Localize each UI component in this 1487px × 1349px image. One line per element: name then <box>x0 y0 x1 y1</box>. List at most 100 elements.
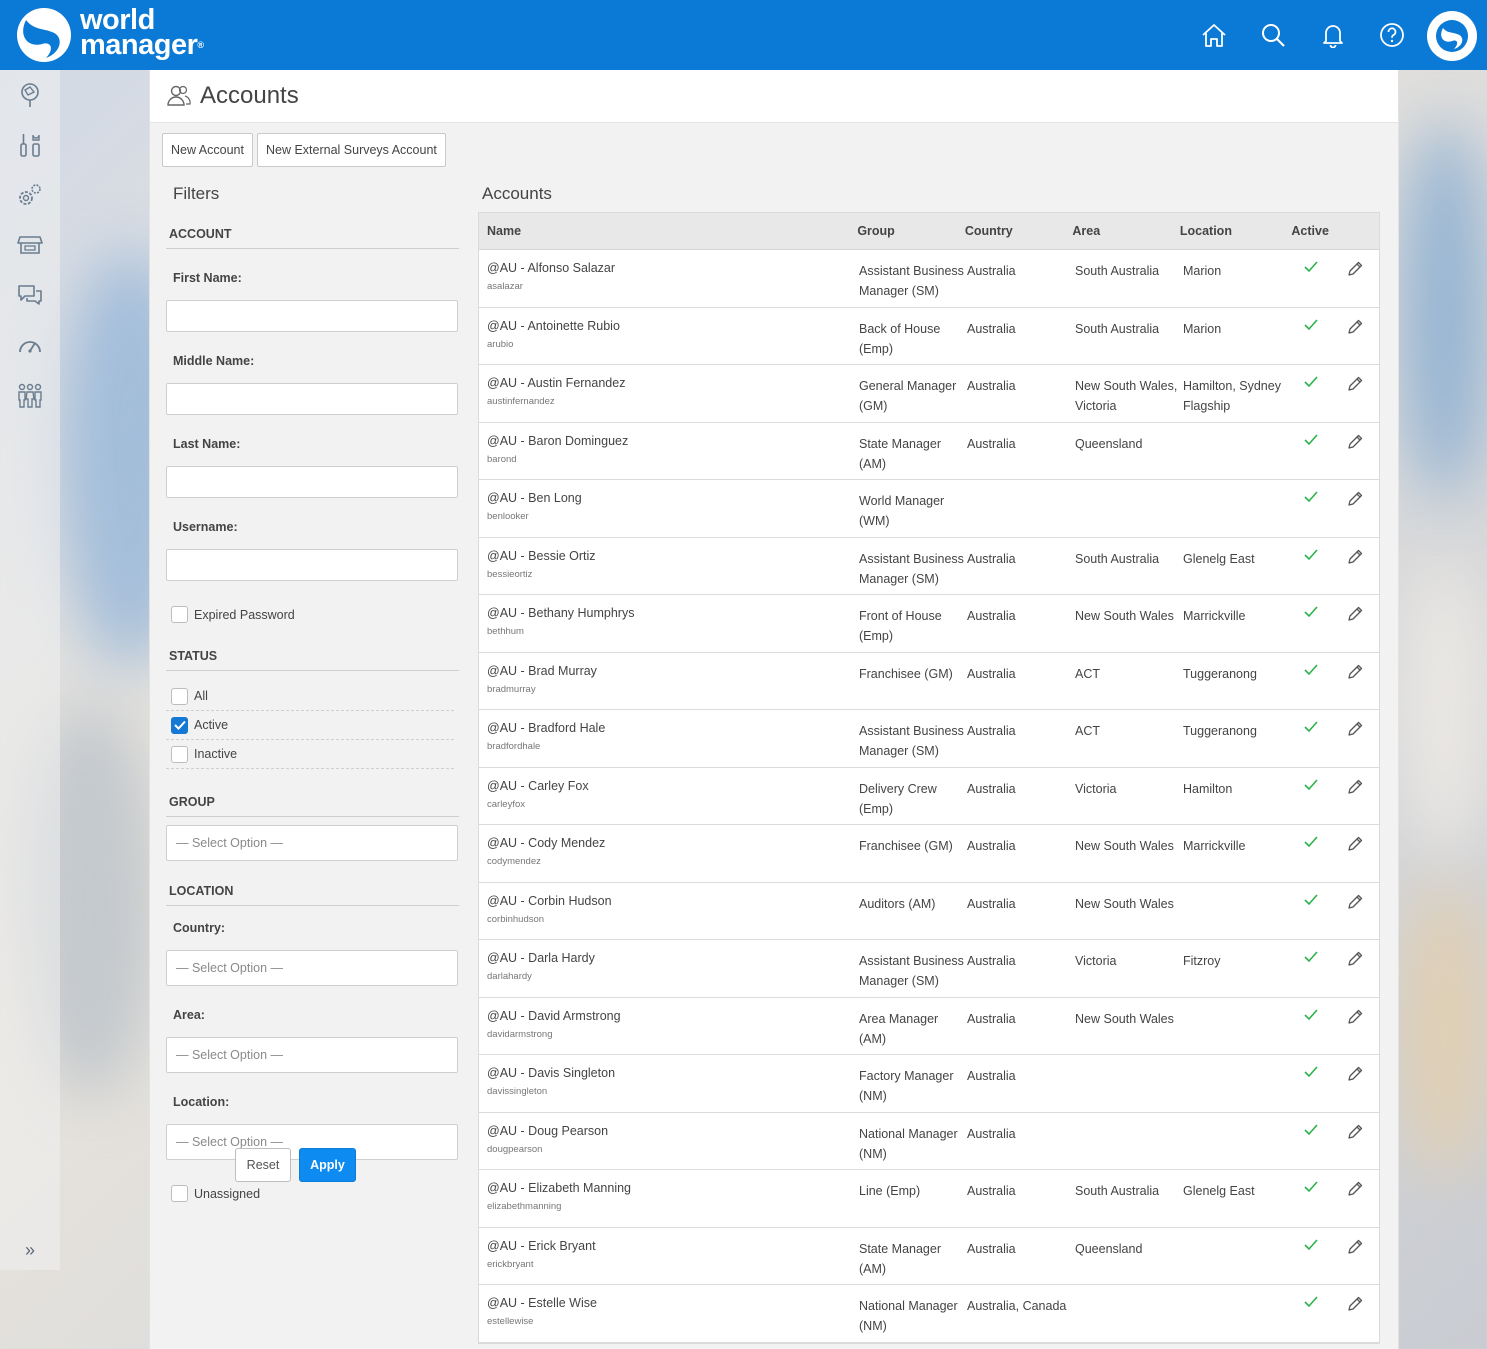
account-name[interactable]: @AU - Bethany Humphrys <box>487 606 859 620</box>
table-row[interactable]: @AU - Brad Murray bradmurray Franchisee … <box>479 652 1379 710</box>
account-name[interactable]: @AU - Antoinette Rubio <box>487 319 859 333</box>
table-row[interactable]: @AU - Darla Hardy darlahardy Assistant B… <box>479 940 1379 998</box>
help-icon[interactable] <box>1376 19 1408 51</box>
first-name-input[interactable] <box>166 300 458 332</box>
table-row[interactable]: @AU - Alfonso Salazar asalazar Assistant… <box>479 250 1379 308</box>
account-location <box>1183 998 1291 1055</box>
account-name[interactable]: @AU - Doug Pearson <box>487 1124 859 1138</box>
edit-pencil-icon[interactable] <box>1331 710 1379 767</box>
account-name[interactable]: @AU - Baron Dominguez <box>487 434 859 448</box>
table-row[interactable]: @AU - Davis Singleton davissingleton Fac… <box>479 1055 1379 1113</box>
column-header-country[interactable]: Country <box>965 224 1073 238</box>
edit-pencil-icon[interactable] <box>1331 480 1379 537</box>
table-row[interactable]: @AU - Doug Pearson dougpearson National … <box>479 1112 1379 1170</box>
edit-pencil-icon[interactable] <box>1331 308 1379 365</box>
new-account-button[interactable]: New Account <box>162 133 253 167</box>
edit-pencil-icon[interactable] <box>1331 595 1379 652</box>
account-name[interactable]: @AU - Darla Hardy <box>487 951 859 965</box>
account-name[interactable]: @AU - Corbin Hudson <box>487 894 859 908</box>
new-external-surveys-account-button[interactable]: New External Surveys Account <box>256 133 446 167</box>
edit-pencil-icon[interactable] <box>1331 768 1379 825</box>
account-name[interactable]: @AU - Bessie Ortiz <box>487 549 859 563</box>
edit-pencil-icon[interactable] <box>1331 825 1379 882</box>
edit-pencil-icon[interactable] <box>1331 940 1379 997</box>
column-header-location[interactable]: Location <box>1180 224 1288 238</box>
edit-pencil-icon[interactable] <box>1331 1228 1379 1285</box>
expand-sidebar-icon[interactable]: » <box>0 1230 60 1270</box>
edit-pencil-icon[interactable] <box>1331 1055 1379 1112</box>
account-name[interactable]: @AU - Elizabeth Manning <box>487 1181 859 1195</box>
status-inactive-checkbox[interactable]: Inactive <box>166 740 454 769</box>
middle-name-input[interactable] <box>166 383 458 415</box>
checkbox-box[interactable] <box>171 1185 188 1202</box>
edit-pencil-icon[interactable] <box>1331 1113 1379 1170</box>
edit-pencil-icon[interactable] <box>1331 1285 1379 1342</box>
account-name[interactable]: @AU - Carley Fox <box>487 779 859 793</box>
edit-pencil-icon[interactable] <box>1331 1170 1379 1227</box>
table-row[interactable]: @AU - Erick Bryant erickbryant State Man… <box>479 1227 1379 1285</box>
table-row[interactable]: @AU - Elizabeth Manning elizabethmanning… <box>479 1170 1379 1228</box>
status-all-checkbox[interactable]: All <box>166 682 454 711</box>
edit-pencil-icon[interactable] <box>1331 653 1379 710</box>
table-row[interactable]: @AU - Antoinette Rubio arubio Back of Ho… <box>479 307 1379 365</box>
bell-icon[interactable] <box>1317 19 1349 51</box>
table-row[interactable]: @AU - Ben Long benlooker World Manager (… <box>479 480 1379 538</box>
column-header-area[interactable]: Area <box>1072 224 1180 238</box>
account-name[interactable]: @AU - Estelle Wise <box>487 1296 859 1310</box>
country-select[interactable]: — Select Option — <box>166 950 458 986</box>
tools-icon[interactable] <box>0 120 60 170</box>
table-row[interactable]: @AU - Estelle Wise estellewise National … <box>479 1285 1379 1343</box>
table-row[interactable]: @AU - Bradford Hale bradfordhale Assista… <box>479 710 1379 768</box>
reset-button[interactable]: Reset <box>235 1148 291 1182</box>
edit-pencil-icon[interactable] <box>1331 423 1379 480</box>
last-name-input[interactable] <box>166 466 458 498</box>
logo-text: world manager® <box>80 4 204 61</box>
edit-pencil-icon[interactable] <box>1331 365 1379 422</box>
group-select[interactable]: — Select Option — <box>166 825 458 861</box>
chat-icon[interactable] <box>0 270 60 320</box>
edit-pencil-icon[interactable] <box>1331 883 1379 940</box>
account-name[interactable]: @AU - David Armstrong <box>487 1009 859 1023</box>
account-name[interactable]: @AU - Bradford Hale <box>487 721 859 735</box>
status-active-checkbox[interactable]: Active <box>166 711 454 740</box>
unassigned-checkbox[interactable]: Unassigned <box>166 1179 459 1208</box>
speedometer-icon[interactable] <box>0 320 60 370</box>
home-icon[interactable] <box>1198 19 1230 51</box>
account-name[interactable]: @AU - Alfonso Salazar <box>487 261 859 275</box>
column-header-name[interactable]: Name <box>479 224 857 238</box>
people-icon[interactable] <box>0 370 60 420</box>
table-row[interactable]: @AU - Austin Fernandez austinfernandez G… <box>479 365 1379 423</box>
account-name[interactable]: @AU - Austin Fernandez <box>487 376 859 390</box>
username-input[interactable] <box>166 549 458 581</box>
world-manager-logo[interactable]: world manager® <box>14 6 234 64</box>
table-row[interactable]: @AU - Baron Dominguez barond State Manag… <box>479 422 1379 480</box>
account-name[interactable]: @AU - Cody Mendez <box>487 836 859 850</box>
checkbox-checked-box[interactable] <box>171 716 188 734</box>
account-name[interactable]: @AU - Erick Bryant <box>487 1239 859 1253</box>
store-icon[interactable] <box>0 220 60 270</box>
edit-pencil-icon[interactable] <box>1331 538 1379 595</box>
account-name[interactable]: @AU - Brad Murray <box>487 664 859 678</box>
account-name[interactable]: @AU - Ben Long <box>487 491 859 505</box>
checkbox-box[interactable] <box>171 606 188 623</box>
edit-pencil-icon[interactable] <box>1331 998 1379 1055</box>
column-header-group[interactable]: Group <box>857 224 965 238</box>
table-row[interactable]: @AU - Bessie Ortiz bessieortiz Assistant… <box>479 537 1379 595</box>
search-icon[interactable] <box>1257 19 1289 51</box>
account-name[interactable]: @AU - Davis Singleton <box>487 1066 859 1080</box>
user-avatar[interactable] <box>1427 11 1477 61</box>
table-row[interactable]: @AU - Bethany Humphrys bethhum Front of … <box>479 595 1379 653</box>
checkbox-box[interactable] <box>171 745 188 763</box>
column-header-active[interactable]: Active <box>1291 224 1331 238</box>
expired-password-checkbox[interactable]: Expired Password <box>166 600 459 629</box>
area-select[interactable]: — Select Option — <box>166 1037 458 1073</box>
table-row[interactable]: @AU - Cody Mendez codymendez Franchisee … <box>479 825 1379 883</box>
table-row[interactable]: @AU - Carley Fox carleyfox Delivery Crew… <box>479 767 1379 825</box>
table-row[interactable]: @AU - David Armstrong davidarmstrong Are… <box>479 997 1379 1055</box>
table-row[interactable]: @AU - Corbin Hudson corbinhudson Auditor… <box>479 882 1379 940</box>
map-pin-icon[interactable] <box>0 70 60 120</box>
settings-icon[interactable] <box>0 170 60 220</box>
checkbox-box[interactable] <box>171 687 188 705</box>
edit-pencil-icon[interactable] <box>1331 250 1379 307</box>
apply-button[interactable]: Apply <box>299 1148 356 1182</box>
